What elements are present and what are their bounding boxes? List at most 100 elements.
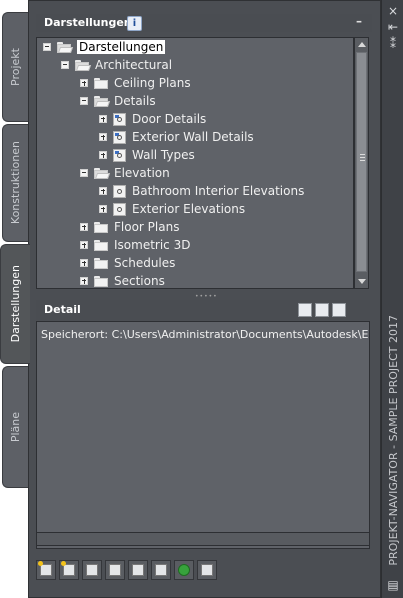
tree-row-ceiling-plans[interactable]: Ceiling Plans (80, 74, 191, 92)
tree-item-label: Details (114, 94, 156, 108)
scroll-thumb[interactable] (356, 52, 367, 272)
palette-menu-icon[interactable]: ▤ (386, 578, 400, 592)
detail-thumbnail-icon[interactable] (332, 303, 346, 317)
tree-row-isometric-3d[interactable]: Isometric 3D (80, 236, 190, 254)
tree-row-floor-plans[interactable]: Floor Plans (80, 218, 179, 236)
folder-icon (94, 257, 109, 269)
tab-plaene-label: Pläne (9, 411, 22, 443)
tree-item-label: Architectural (95, 58, 173, 72)
collapse-icon[interactable] (80, 169, 88, 177)
views-panel-header: Darstellungen i – (36, 14, 372, 32)
collapse-icon[interactable] (43, 43, 51, 51)
tree-row-schedules[interactable]: Schedules (80, 254, 175, 272)
print-button[interactable] (197, 560, 217, 580)
expand-icon[interactable] (80, 277, 88, 285)
refresh-icon (178, 564, 190, 576)
expand-icon[interactable] (99, 133, 107, 141)
splitter-grip-icon: ••••• (195, 293, 218, 300)
scroll-up-icon[interactable] (358, 42, 366, 47)
properties-menu-icon[interactable]: ⁑ (386, 37, 400, 51)
tree-row-sections[interactable]: Sections (80, 272, 165, 288)
views-panel-title: Darstellungen (44, 16, 132, 29)
views-tree: Darstellungen Architectural Ceiling Plan… (36, 37, 354, 289)
tree-item-label: Floor Plans (114, 220, 180, 234)
expand-icon[interactable] (80, 241, 88, 249)
tab-plaene[interactable]: Pläne (2, 366, 28, 488)
new-category-button[interactable] (59, 560, 79, 580)
expand-icon[interactable] (99, 115, 107, 123)
tree-row-darstellungen[interactable]: Darstellungen (43, 38, 166, 56)
tree-row-wall-types[interactable]: Wall Types (99, 146, 195, 164)
tree-row-door-details[interactable]: Door Details (99, 110, 206, 128)
tree-item-label: Ceiling Plans (114, 76, 191, 90)
close-icon[interactable]: × (386, 4, 400, 18)
minimize-icon[interactable]: – (356, 14, 362, 28)
elevation-view-icon (113, 184, 126, 198)
clipboard-icon (109, 564, 121, 576)
tree-row-details[interactable]: Details (80, 92, 156, 110)
tree-item-label: Wall Types (132, 148, 195, 162)
properties-button[interactable] (151, 560, 171, 580)
detail-horizontal-scrollbar[interactable] (36, 532, 370, 546)
tab-darstellungen[interactable]: Darstellungen (0, 244, 30, 364)
bottom-toolbar (36, 560, 236, 582)
detail-panel-header: Detail (36, 300, 370, 320)
tree-item-label: Darstellungen (77, 40, 166, 54)
open-folder-icon (94, 167, 111, 179)
new-view-button[interactable] (36, 560, 56, 580)
folder-icon (94, 239, 109, 251)
tree-item-label: Exterior Wall Details (132, 130, 254, 144)
expand-icon[interactable] (99, 187, 107, 195)
properties-icon (155, 564, 167, 576)
detail-preview-icon[interactable] (298, 303, 312, 317)
refresh-button[interactable] (174, 560, 194, 580)
folder-icon (94, 221, 109, 233)
tree-row-exterior-elevations[interactable]: Exterior Elevations (99, 200, 245, 218)
collapse-icon[interactable] (61, 61, 69, 69)
new-category-icon (63, 564, 75, 576)
detail-view-icon (113, 130, 126, 144)
expand-icon[interactable] (80, 223, 88, 231)
tree-item-label: Exterior Elevations (132, 202, 246, 216)
tree-item-label: Isometric 3D (114, 238, 191, 252)
expand-icon[interactable] (99, 205, 107, 213)
scroll-down-icon[interactable] (358, 279, 366, 284)
tree-item-label: Schedules (114, 256, 176, 270)
detail-view-icon (113, 112, 126, 126)
folder-icon (94, 275, 109, 287)
tree-row-exterior-wall-details[interactable]: Exterior Wall Details (99, 128, 254, 146)
storage-location-text: Speicherort: C:\Users\Administrator\Docu… (41, 328, 370, 341)
open-folder-icon (57, 41, 74, 53)
detail-view-icon (113, 148, 126, 162)
expand-icon[interactable] (80, 259, 88, 267)
elevation-view-icon (113, 202, 126, 216)
regenerate-icon (86, 564, 98, 576)
folder-icon (94, 77, 109, 89)
palette-title-text: PROJEKT-NAVIGATOR - SAMPLE PROJECT 2017 (386, 314, 400, 566)
open-xref-button[interactable] (128, 560, 148, 580)
new-view-icon (40, 564, 52, 576)
open-xref-icon (132, 564, 144, 576)
info-icon[interactable]: i (127, 16, 142, 31)
tree-row-bathroom-interior-elevations[interactable]: Bathroom Interior Elevations (99, 182, 304, 200)
tree-row-architectural[interactable]: Architectural (61, 56, 172, 74)
detail-list-icon[interactable] (315, 303, 329, 317)
collapse-icon[interactable] (80, 97, 88, 105)
regenerate-button[interactable] (82, 560, 102, 580)
open-folder-icon (75, 59, 92, 71)
tree-row-elevation[interactable]: Elevation (80, 164, 170, 182)
tab-projekt-label: Projekt (9, 48, 22, 86)
open-folder-icon (94, 95, 111, 107)
expand-icon[interactable] (99, 151, 107, 159)
expand-icon[interactable] (80, 79, 88, 87)
tab-projekt[interactable]: Projekt (2, 12, 28, 122)
palette-title-strip: × ⇤ ⁑ PROJEKT-NAVIGATOR - SAMPLE PROJECT… (381, 0, 403, 598)
clipboard-button[interactable] (105, 560, 125, 580)
detail-panel-body: Speicherort: C:\Users\Administrator\Docu… (36, 321, 370, 549)
tab-konstruktionen[interactable]: Konstruktionen (2, 124, 28, 242)
detail-panel-title: Detail (44, 303, 81, 316)
auto-hide-icon[interactable]: ⇤ (386, 20, 400, 34)
tree-vertical-scrollbar[interactable] (354, 37, 369, 289)
print-icon (201, 564, 213, 576)
panel-splitter[interactable]: ••••• (36, 292, 370, 300)
